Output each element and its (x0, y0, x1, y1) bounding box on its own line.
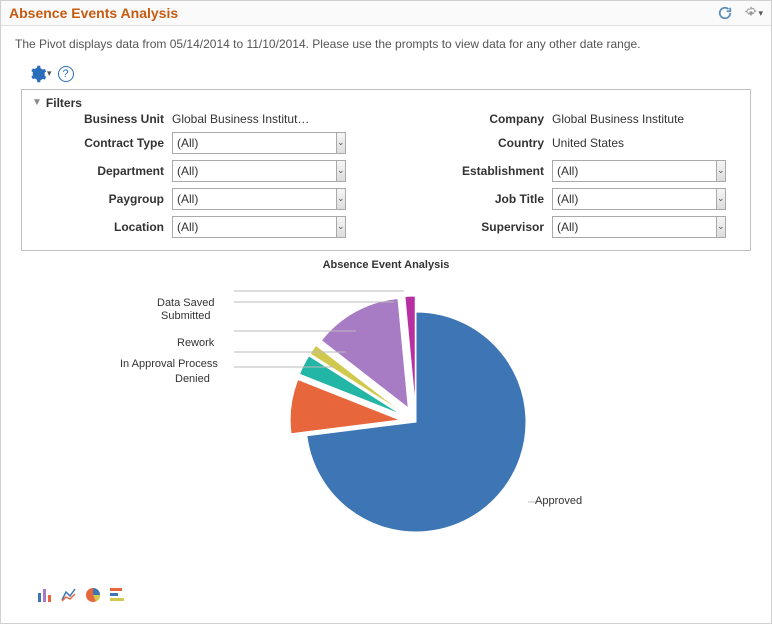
chevron-down-icon: ⌄ (337, 221, 345, 232)
toolbar: ▾ ? (15, 65, 757, 83)
value-country: United States (552, 136, 732, 150)
chevron-down-icon: ⌄ (717, 221, 725, 232)
select-location-button[interactable]: ⌄ (336, 216, 346, 238)
pie-chart: Approved Denied In Approval Process Rewo… (15, 277, 757, 567)
label-denied: Denied (175, 373, 210, 385)
select-paygroup[interactable]: ⌄ (172, 188, 322, 210)
label-approved: Approved (535, 495, 582, 507)
select-contract-type[interactable]: ⌄ (172, 132, 322, 154)
pie-svg (206, 277, 566, 557)
help-icon[interactable]: ? (58, 66, 74, 82)
select-job-title-input[interactable] (552, 188, 716, 210)
select-contract-type-button[interactable]: ⌄ (336, 132, 346, 154)
disclosure-toggle-icon[interactable]: ▼ (32, 97, 42, 108)
chevron-down-icon: ▾ (758, 8, 763, 19)
select-department[interactable]: ⌄ (172, 160, 322, 182)
chart-type-toolbar (15, 587, 757, 603)
chart-area: Absence Event Analysis Approved Denied I… (15, 259, 757, 579)
settings-menu-icon[interactable]: ▾ (744, 6, 763, 20)
select-establishment-input[interactable] (552, 160, 716, 182)
chevron-down-icon: ⌄ (337, 137, 345, 148)
chevron-down-icon: ⌄ (337, 193, 345, 204)
select-establishment-button[interactable]: ⌄ (716, 160, 726, 182)
select-supervisor-button[interactable]: ⌄ (716, 216, 726, 238)
label-business-unit: Business Unit (32, 112, 172, 126)
absence-events-panel: Absence Events Analysis ▾ The Pivot disp… (0, 0, 772, 624)
chevron-down-icon: ⌄ (337, 165, 345, 176)
select-supervisor[interactable]: ⌄ (552, 216, 702, 238)
label-data-saved: Data Saved (157, 297, 214, 309)
label-job-title: Job Title (432, 192, 552, 206)
select-department-input[interactable] (172, 160, 336, 182)
select-location-input[interactable] (172, 216, 336, 238)
label-establishment: Establishment (432, 164, 552, 178)
value-company: Global Business Institute (552, 112, 732, 126)
label-in-approval: In Approval Process (120, 358, 218, 370)
filters-grid: Business Unit Global Business Institut… … (32, 112, 740, 238)
refresh-icon[interactable] (718, 6, 732, 20)
label-company: Company (432, 112, 552, 126)
panel-title: Absence Events Analysis (9, 5, 718, 21)
panel-body: The Pivot displays data from 05/14/2014 … (1, 26, 771, 623)
horizontal-bar-chart-icon[interactable] (109, 587, 125, 603)
bar-chart-icon[interactable] (37, 587, 53, 603)
pie-chart-icon[interactable] (85, 587, 101, 603)
label-rework: Rework (177, 337, 214, 349)
gear-menu-button[interactable]: ▾ (29, 65, 52, 83)
filters-header: ▼ Filters (32, 96, 740, 110)
chart-title: Absence Event Analysis (15, 259, 757, 271)
filters-title: Filters (46, 96, 82, 110)
chevron-down-icon: ⌄ (717, 193, 725, 204)
select-establishment[interactable]: ⌄ (552, 160, 702, 182)
chevron-down-icon: ▾ (47, 68, 52, 79)
select-paygroup-button[interactable]: ⌄ (336, 188, 346, 210)
label-submitted: Submitted (161, 310, 211, 322)
label-contract-type: Contract Type (32, 136, 172, 150)
label-location: Location (32, 220, 172, 234)
value-business-unit: Global Business Institut… (172, 112, 332, 126)
label-country: Country (432, 136, 552, 150)
description-text: The Pivot displays data from 05/14/2014 … (15, 36, 757, 53)
panel-header: Absence Events Analysis ▾ (1, 1, 771, 26)
select-contract-type-input[interactable] (172, 132, 336, 154)
select-department-button[interactable]: ⌄ (336, 160, 346, 182)
header-icons: ▾ (718, 6, 763, 20)
label-paygroup: Paygroup (32, 192, 172, 206)
label-supervisor: Supervisor (432, 220, 552, 234)
select-job-title-button[interactable]: ⌄ (716, 188, 726, 210)
select-supervisor-input[interactable] (552, 216, 716, 238)
label-department: Department (32, 164, 172, 178)
filters-box: ▼ Filters Business Unit Global Business … (21, 89, 751, 251)
select-job-title[interactable]: ⌄ (552, 188, 702, 210)
line-chart-icon[interactable] (61, 587, 77, 603)
chevron-down-icon: ⌄ (717, 165, 725, 176)
select-location[interactable]: ⌄ (172, 216, 322, 238)
select-paygroup-input[interactable] (172, 188, 336, 210)
